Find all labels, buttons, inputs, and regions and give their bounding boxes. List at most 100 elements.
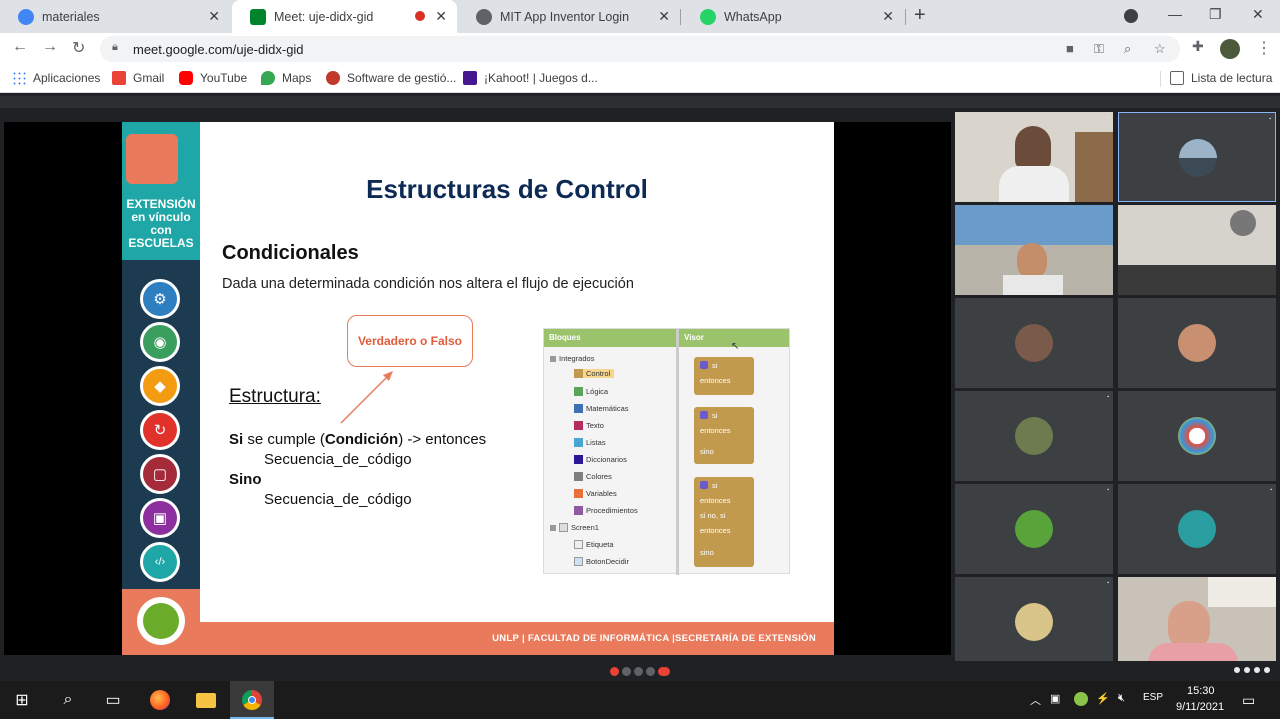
block-text: sino: [700, 548, 714, 557]
bookmark-kahoot[interactable]: ¡Kahoot! | Juegos d...: [463, 71, 598, 85]
minimize-icon[interactable]: —: [1168, 6, 1182, 22]
tree-item: Matemáticas: [574, 404, 629, 413]
close-icon[interactable]: ✕: [208, 8, 220, 25]
participant-tile[interactable]: ▪: [955, 577, 1113, 667]
notifications-icon[interactable]: ▭: [1242, 692, 1255, 709]
bookmark-maps[interactable]: Maps: [261, 71, 311, 85]
tab-materiales[interactable]: materiales ✕: [0, 0, 230, 33]
more-options-button[interactable]: [646, 667, 655, 676]
footer-text: UNLP | FACULTAD DE INFORMÁTICA |SECRETAR…: [492, 633, 816, 644]
participant-tile[interactable]: ▪: [955, 391, 1113, 481]
star-icon[interactable]: ☆: [1154, 41, 1166, 57]
window-close-icon[interactable]: ✕: [1252, 6, 1264, 23]
search-icon[interactable]: ⌕: [57, 690, 79, 710]
tab-meet[interactable]: Meet: uje-didx-gid ✕: [232, 0, 457, 33]
participant-tile[interactable]: [1118, 298, 1276, 388]
tray-app-icon[interactable]: ▣: [1050, 692, 1060, 705]
activities-icon[interactable]: [1264, 667, 1270, 673]
firefox-icon[interactable]: [149, 690, 171, 710]
slide-footer: UNLP | FACULTAD DE INFORMÁTICA |SECRETAR…: [200, 622, 834, 655]
tab-separator: [905, 9, 906, 25]
mic-off-button[interactable]: [610, 667, 619, 676]
slide-title: Estructuras de Control: [366, 174, 648, 204]
info-icon[interactable]: [1234, 667, 1240, 673]
menu-icon[interactable]: ⋮: [1256, 38, 1272, 58]
lock-icon[interactable]: 🔒︎: [112, 41, 118, 54]
participant-tile[interactable]: [955, 298, 1113, 388]
tab-whatsapp[interactable]: WhatsApp ✕: [682, 0, 904, 33]
windows-start-icon[interactable]: ⊞: [11, 690, 33, 710]
participant-tile-active[interactable]: ▪: [1118, 112, 1276, 202]
bookmark-youtube[interactable]: YouTube: [179, 71, 247, 85]
participant-tile[interactable]: [955, 205, 1113, 295]
callout-arrow: [340, 371, 393, 424]
close-icon[interactable]: ✕: [882, 8, 894, 25]
tree-label: Control: [586, 369, 611, 378]
file-explorer-icon[interactable]: [195, 690, 217, 710]
tree-label: Etiqueta: [586, 540, 614, 549]
block-text: entonces: [700, 376, 731, 385]
tray-app-icon[interactable]: [1074, 692, 1088, 706]
chat-icon[interactable]: [1254, 667, 1260, 673]
window: [1208, 577, 1276, 607]
bookmark-aplicaciones[interactable]: Aplicaciones: [12, 71, 100, 85]
close-icon[interactable]: ✕: [435, 8, 447, 25]
block-text: si no, si: [700, 511, 726, 520]
reload-icon[interactable]: ↻: [72, 38, 85, 58]
network-icon[interactable]: ⚡: [1096, 692, 1110, 705]
tray-chevron-icon[interactable]: ︿: [1030, 692, 1041, 708]
participant-tile[interactable]: [1118, 391, 1276, 481]
people-icon[interactable]: [1244, 667, 1250, 673]
tab-search-icon[interactable]: [1124, 9, 1138, 23]
participant-tile[interactable]: ▪: [1118, 484, 1276, 574]
close-icon[interactable]: ✕: [658, 8, 670, 25]
avatar: [1178, 417, 1216, 455]
volume-icon[interactable]: 🔇︎: [1118, 692, 1125, 705]
bookmarks-bar: Aplicaciones Gmail YouTube Maps Software…: [0, 65, 1280, 93]
participant-tile[interactable]: ▪: [955, 484, 1113, 574]
forward-icon[interactable]: →: [42, 38, 58, 56]
block-gear-icon: [700, 481, 708, 489]
participant-tile[interactable]: [1118, 205, 1276, 295]
mic-icon: ▪: [1107, 487, 1109, 493]
software-icon: [326, 71, 340, 85]
meet-controls-bar: [0, 661, 1280, 681]
clock-time[interactable]: 15:30: [1187, 685, 1215, 697]
key-icon[interactable]: ⚿: [1094, 41, 1104, 57]
bookmark-label: Aplicaciones: [33, 71, 101, 85]
meet-icon: [250, 8, 266, 25]
block-text: sino: [700, 447, 714, 456]
bookmark-label: Maps: [282, 71, 312, 85]
participant-tile[interactable]: ▪: [955, 112, 1113, 202]
tree-label: Variables: [586, 489, 617, 498]
chrome-active-tab[interactable]: [230, 681, 274, 719]
tree-label: Diccionarios: [586, 455, 627, 464]
tree-item: Screen1: [550, 523, 599, 532]
tab-mit-app-inventor[interactable]: MIT App Inventor Login ✕: [458, 0, 680, 33]
language-indicator[interactable]: ESP: [1143, 692, 1163, 703]
back-icon[interactable]: ←: [12, 38, 28, 56]
maximize-icon[interactable]: ❐: [1209, 6, 1222, 23]
mic-icon: ▪: [1107, 394, 1109, 400]
address-bar[interactable]: 🔒︎ meet.google.com/uje-didx-gid ■ ⚿ ⌕ ☆: [100, 36, 1180, 62]
present-button[interactable]: [634, 667, 643, 676]
clock-date[interactable]: 9/11/2021: [1176, 701, 1224, 713]
participant-tile[interactable]: [1118, 577, 1276, 667]
extensions-icon[interactable]: ✚: [1192, 38, 1204, 55]
browser-toolbar: ← → ↻ 🔒︎ meet.google.com/uje-didx-gid ■ …: [0, 33, 1280, 65]
camera-button[interactable]: [622, 667, 631, 676]
bookmark-software[interactable]: Software de gestió...: [326, 71, 456, 85]
bookmark-label: Software de gestió...: [347, 71, 457, 85]
leave-call-button[interactable]: [658, 667, 670, 676]
profile-avatar[interactable]: [1220, 39, 1240, 59]
zoom-icon[interactable]: ⌕: [1124, 41, 1131, 57]
camera-icon[interactable]: ■: [1066, 41, 1074, 56]
task-view-icon[interactable]: ▭: [102, 690, 124, 710]
tree-item: Lógica: [574, 387, 608, 396]
reading-list-button[interactable]: Lista de lectura: [1170, 71, 1272, 85]
tree-item: Variables: [574, 489, 617, 498]
whatsapp-icon: [700, 8, 716, 25]
bookmark-gmail[interactable]: Gmail: [112, 71, 164, 85]
new-tab-button[interactable]: +: [914, 4, 926, 27]
tree-item: Listas: [574, 438, 606, 447]
